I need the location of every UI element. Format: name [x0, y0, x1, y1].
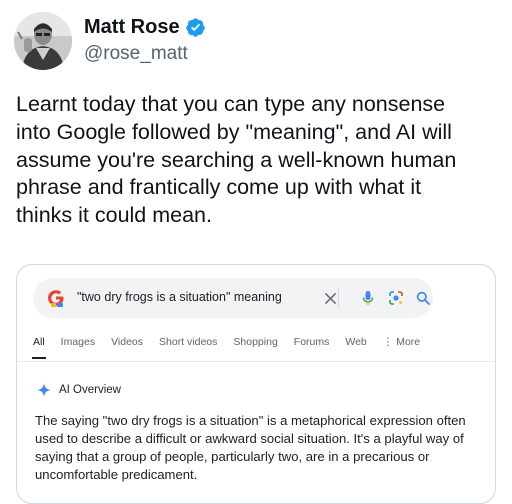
- more-dots-icon: ⋮: [382, 336, 397, 348]
- search-query[interactable]: "two dry frogs is a situation" meaning: [77, 290, 282, 304]
- ai-overview-label: AI Overview: [59, 384, 121, 396]
- tab-more[interactable]: ⋮ More: [383, 336, 420, 348]
- mic-icon[interactable]: [359, 289, 377, 307]
- search-icon[interactable]: [414, 289, 432, 307]
- tabs-divider: [17, 361, 495, 362]
- ai-overview-header: AI Overview: [37, 383, 121, 397]
- ai-sparkle-icon: [37, 383, 51, 397]
- tab-short-videos[interactable]: Short videos: [159, 336, 217, 348]
- name-row: Matt Rose: [84, 15, 206, 39]
- embedded-screenshot-card[interactable]: "two dry frogs is a situation" meaning A…: [16, 264, 496, 504]
- tab-all[interactable]: All: [32, 336, 46, 359]
- tab-more-label: More: [396, 336, 421, 348]
- tab-videos[interactable]: Videos: [111, 336, 143, 348]
- display-name[interactable]: Matt Rose: [84, 15, 180, 39]
- tweet-text: Learnt today that you can type any nonse…: [16, 92, 457, 228]
- handle[interactable]: @rose_matt: [84, 41, 206, 67]
- lens-icon[interactable]: [387, 289, 405, 307]
- tab-images[interactable]: Images: [61, 336, 95, 348]
- tab-forums[interactable]: Forums: [294, 336, 330, 348]
- search-tabs: All Images Videos Short videos Shopping …: [32, 336, 436, 359]
- author-names: Matt Rose @rose_matt: [84, 15, 206, 67]
- clear-icon[interactable]: [321, 289, 339, 307]
- tab-web[interactable]: Web: [345, 336, 366, 348]
- tab-shopping[interactable]: Shopping: [233, 336, 277, 348]
- search-divider: [338, 288, 339, 308]
- ai-overview-text: The saying "two dry frogs is a situation…: [35, 413, 466, 482]
- tweet-header: Matt Rose @rose_matt: [14, 12, 206, 70]
- google-logo-icon: [48, 290, 64, 307]
- avatar[interactable]: [14, 12, 72, 70]
- search-bar[interactable]: "two dry frogs is a situation" meaning: [33, 278, 433, 318]
- verified-badge-icon: [185, 17, 205, 37]
